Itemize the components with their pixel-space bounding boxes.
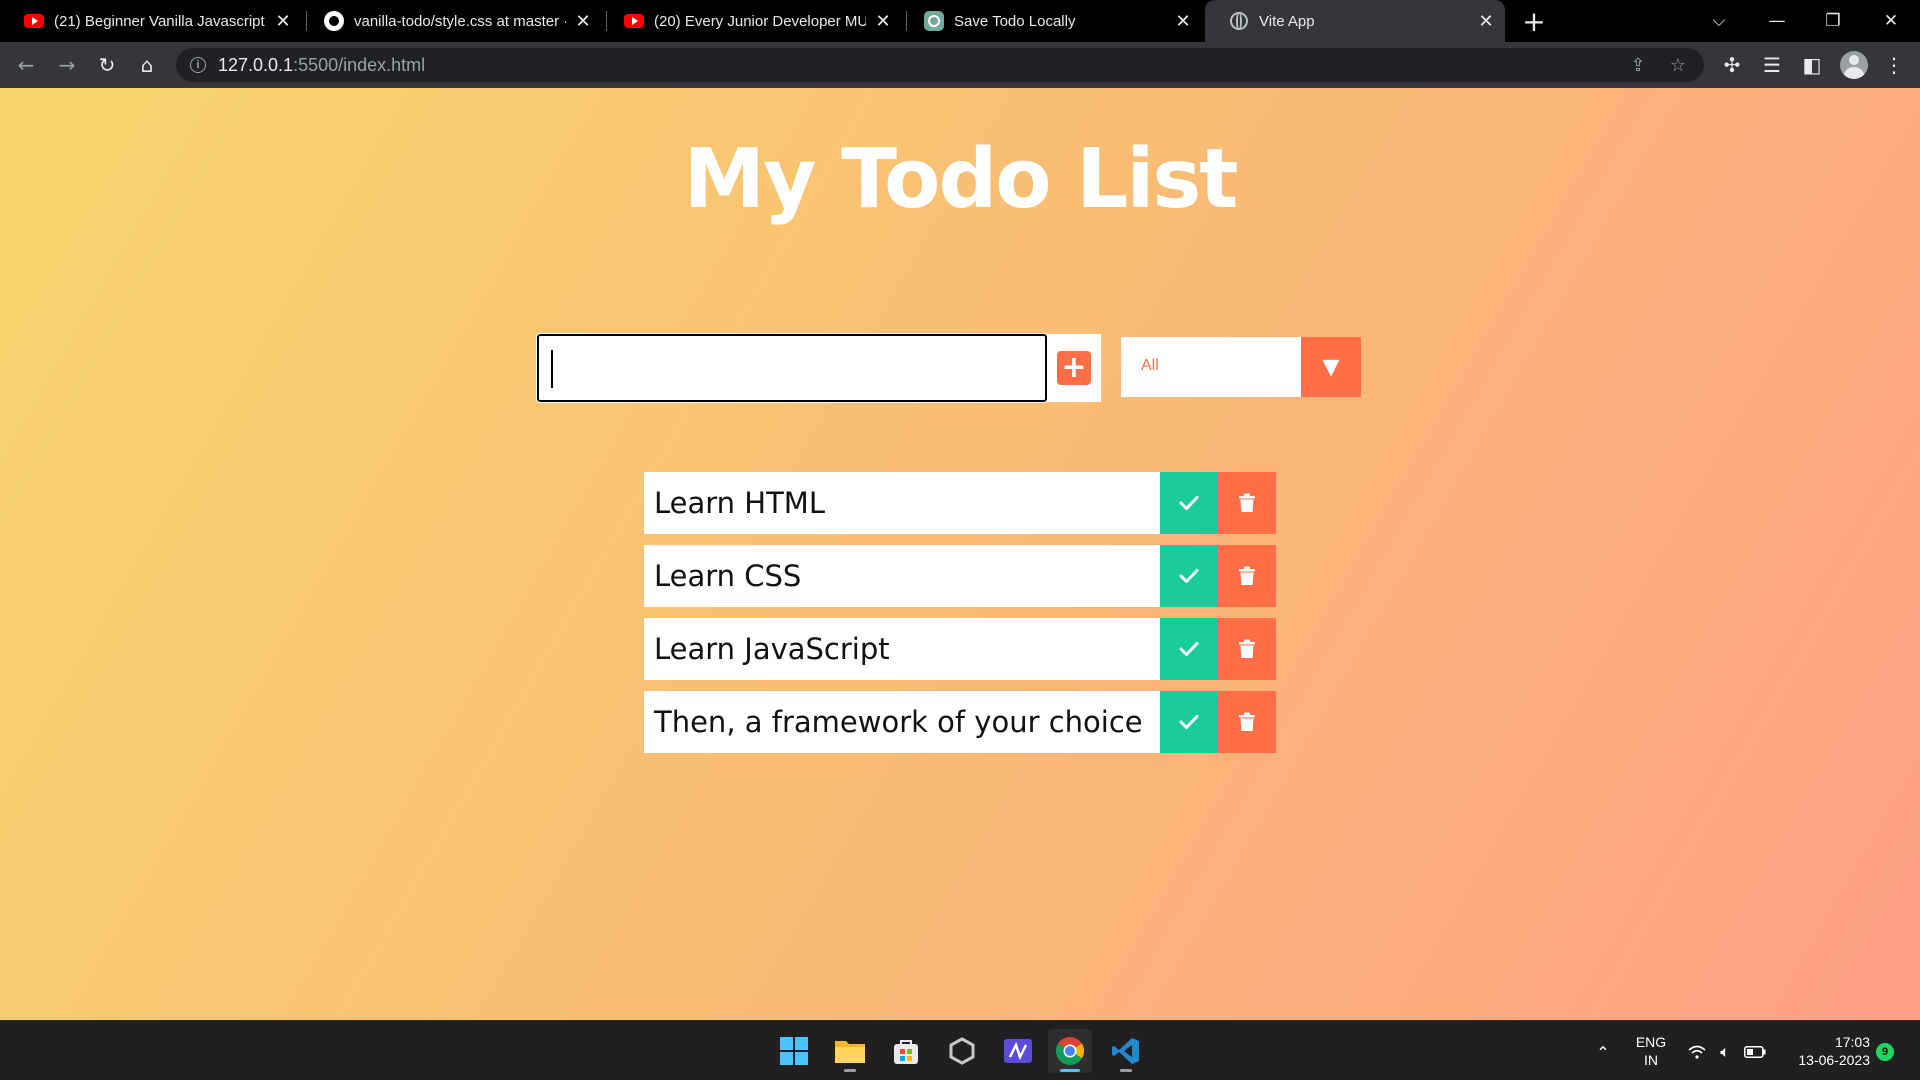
text-caret xyxy=(551,350,553,388)
complete-button[interactable] xyxy=(1160,691,1218,753)
add-todo-button[interactable]: + xyxy=(1047,334,1101,402)
check-icon xyxy=(1179,642,1199,656)
check-icon xyxy=(1179,715,1199,729)
address-bar[interactable]: i 127.0.0.1:5500/index.html ⇪ ☆ xyxy=(176,48,1704,82)
tab-title: vanilla-todo/style.css at master · xyxy=(354,12,566,30)
todo-item: Learn CSS xyxy=(644,545,1276,607)
delete-button[interactable] xyxy=(1218,545,1276,607)
clock-date: 13-06-2023 xyxy=(1798,1052,1870,1068)
running-indicator xyxy=(844,1069,856,1072)
restore-button[interactable]: ❐ xyxy=(1808,0,1858,42)
wifi-icon[interactable] xyxy=(1686,1041,1708,1063)
forward-arrow-icon[interactable]: → xyxy=(51,49,83,81)
battery-icon[interactable] xyxy=(1744,1041,1766,1063)
clock-time: 17:03 xyxy=(1834,1034,1870,1050)
trash-icon xyxy=(1239,566,1255,585)
notification-badge[interactable]: 9 xyxy=(1876,1043,1894,1061)
tab-search-icon[interactable]: ⌵ xyxy=(1694,0,1744,42)
todo-item: Learn HTML xyxy=(644,472,1276,534)
reload-icon[interactable]: ↻ xyxy=(91,49,123,81)
complete-button[interactable] xyxy=(1160,545,1218,607)
github-icon xyxy=(324,11,344,31)
menu-kebab-icon[interactable]: ⋮ xyxy=(1878,49,1910,81)
volume-icon[interactable]: 🔈︎ xyxy=(1714,1041,1736,1063)
filter-selected-value: All xyxy=(1141,357,1159,374)
side-panel-icon[interactable]: ◧ xyxy=(1796,49,1828,81)
minimize-button[interactable]: — xyxy=(1752,0,1802,42)
tab-title: (21) Beginner Vanilla Javascript P xyxy=(54,12,266,30)
tab-save-todo-locally[interactable]: Save Todo Locally ✕ xyxy=(900,0,1202,42)
windows-taskbar: ⌃ ENG IN 🔈︎ 17:03 13-06-2023 9 xyxy=(0,1020,1920,1080)
filter-select[interactable]: All ▼ xyxy=(1121,337,1361,397)
delete-button[interactable] xyxy=(1218,472,1276,534)
close-window-button[interactable]: ✕ xyxy=(1866,0,1916,42)
tab-title: Save Todo Locally xyxy=(954,12,1076,30)
chrome-icon[interactable] xyxy=(1048,1029,1092,1073)
browser-tab-strip: (21) Beginner Vanilla Javascript P ✕ van… xyxy=(0,0,1920,42)
url-text[interactable]: 127.0.0.1:5500/index.html xyxy=(218,55,425,76)
page-title: My Todo List xyxy=(683,132,1239,227)
home-icon[interactable]: ⌂ xyxy=(131,49,163,81)
vscode-icon[interactable] xyxy=(1104,1029,1148,1073)
bookmark-star-icon[interactable]: ☆ xyxy=(1666,53,1690,77)
windows-start-icon[interactable] xyxy=(772,1029,816,1073)
todo-text: Learn HTML xyxy=(644,472,1160,534)
plus-icon: + xyxy=(1057,351,1091,385)
share-icon[interactable]: ⇪ xyxy=(1626,53,1650,77)
close-tab-icon[interactable]: ✕ xyxy=(272,10,294,32)
close-tab-icon[interactable]: ✕ xyxy=(572,10,594,32)
check-icon xyxy=(1179,569,1199,583)
extensions-puzzle-icon[interactable]: ✣ xyxy=(1716,49,1748,81)
chatgpt-icon xyxy=(924,11,944,31)
globe-icon xyxy=(1229,11,1249,31)
todo-item: Then, a framework of your choice xyxy=(644,691,1276,753)
new-tab-button[interactable]: + xyxy=(1518,5,1550,38)
trash-icon xyxy=(1239,712,1255,731)
todo-text: Then, a framework of your choice xyxy=(644,691,1160,753)
tab-youtube-vanilla-js[interactable]: (21) Beginner Vanilla Javascript P ✕ xyxy=(0,0,302,42)
page-viewport: My Todo List + All ▼ Learn HTML Learn CS… xyxy=(0,88,1920,1020)
youtube-icon xyxy=(624,11,644,31)
todo-list: Learn HTML Learn CSS Learn JavaScript Th… xyxy=(644,472,1276,764)
file-explorer-icon[interactable] xyxy=(828,1029,872,1073)
trash-icon xyxy=(1239,493,1255,512)
clock[interactable]: 17:03 13-06-2023 xyxy=(1778,1033,1870,1069)
browser-toolbar: ← → ↻ ⌂ i 127.0.0.1:5500/index.html ⇪ ☆ … xyxy=(0,42,1920,88)
dropdown-arrow-icon[interactable]: ▼ xyxy=(1301,337,1361,397)
close-tab-icon[interactable]: ✕ xyxy=(1475,10,1497,32)
tab-github-style[interactable]: vanilla-todo/style.css at master · ✕ xyxy=(300,0,602,42)
todo-text: Learn JavaScript xyxy=(644,618,1160,680)
complete-button[interactable] xyxy=(1160,618,1218,680)
profile-avatar-icon[interactable] xyxy=(1840,51,1868,79)
complete-button[interactable] xyxy=(1160,472,1218,534)
microsoft-store-icon[interactable] xyxy=(884,1029,928,1073)
show-hidden-icons-chevron-icon[interactable]: ⌃ xyxy=(1592,1041,1614,1063)
language-indicator[interactable]: ENG IN xyxy=(1628,1033,1674,1069)
todo-text: Learn CSS xyxy=(644,545,1160,607)
delete-button[interactable] xyxy=(1218,691,1276,753)
reading-list-icon[interactable]: ☰ xyxy=(1756,49,1788,81)
tab-title: (20) Every Junior Developer MUS xyxy=(654,12,866,30)
todo-item: Learn JavaScript xyxy=(644,618,1276,680)
delete-button[interactable] xyxy=(1218,618,1276,680)
todo-input[interactable] xyxy=(536,333,1048,403)
running-indicator xyxy=(1060,1069,1080,1072)
tab-vite-app[interactable]: Vite App ✕ xyxy=(1205,0,1505,42)
unity-icon[interactable] xyxy=(940,1029,984,1073)
running-indicator xyxy=(1120,1069,1132,1072)
close-tab-icon[interactable]: ✕ xyxy=(872,10,894,32)
close-tab-icon[interactable]: ✕ xyxy=(1172,10,1194,32)
tab-youtube-junior-dev[interactable]: (20) Every Junior Developer MUS ✕ xyxy=(600,0,902,42)
youtube-icon xyxy=(24,11,44,31)
back-arrow-icon[interactable]: ← xyxy=(10,49,42,81)
site-info-icon[interactable]: i xyxy=(190,57,206,73)
visual-studio-icon[interactable] xyxy=(996,1029,1040,1073)
check-icon xyxy=(1179,496,1199,510)
trash-icon xyxy=(1239,639,1255,658)
tab-title: Vite App xyxy=(1259,12,1315,30)
